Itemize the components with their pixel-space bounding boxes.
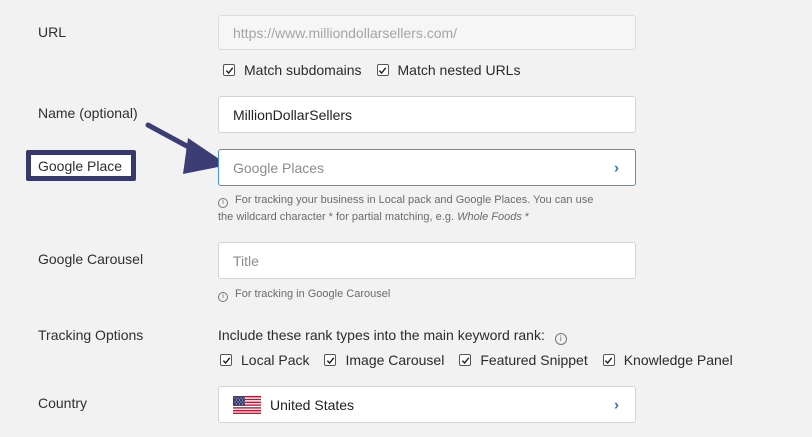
match-subdomains-checkbox[interactable]: [223, 64, 235, 76]
url-label: URL: [38, 24, 67, 40]
match-nested-urls-option[interactable]: Match nested URLs: [376, 62, 521, 78]
chevron-right-icon[interactable]: ›: [614, 159, 619, 176]
match-subdomains-label: Match subdomains: [244, 62, 362, 78]
url-input[interactable]: https://www.milliondollarsellers.com/: [218, 15, 636, 50]
checkmark-icon: [225, 66, 233, 74]
name-label: Name (optional): [38, 105, 138, 121]
country-label: Country: [38, 395, 88, 411]
url-options: Match subdomains Match nested URLs: [223, 62, 535, 78]
google-place-hint-example: Whole Foods: [457, 211, 522, 223]
google-place-hint-line1: For tracking your business in Local pack…: [235, 194, 594, 206]
info-icon: i: [218, 197, 228, 208]
google-carousel-placeholder: Title: [233, 252, 259, 269]
name-input[interactable]: MillionDollarSellers: [218, 96, 636, 133]
google-place-hint-suffix: *: [521, 211, 530, 223]
tracking-options-description: Include these rank types into the main k…: [218, 327, 574, 345]
match-nested-urls-checkbox[interactable]: [376, 64, 389, 76]
image-carousel-checkbox[interactable]: [324, 354, 337, 366]
google-carousel-input[interactable]: Title: [218, 242, 636, 279]
local-pack-label: Local Pack: [241, 352, 310, 368]
match-subdomains-option[interactable]: Match subdomains: [223, 62, 362, 78]
local-pack-checkbox[interactable]: [220, 354, 232, 366]
image-carousel-option[interactable]: Image Carousel: [324, 352, 444, 368]
match-nested-urls-label: Match nested URLs: [397, 62, 521, 78]
info-icon[interactable]: i: [554, 332, 567, 345]
google-places-placeholder: Google Places: [233, 159, 325, 176]
featured-snippet-label: Featured Snippet: [480, 352, 588, 368]
local-pack-option[interactable]: Local Pack: [220, 352, 309, 368]
image-carousel-label: Image Carousel: [345, 352, 445, 368]
checkmark-icon: [222, 356, 230, 364]
google-place-hint-line2: the wildcard character * for partial mat…: [218, 211, 458, 223]
featured-snippet-option[interactable]: Featured Snippet: [459, 352, 588, 368]
chevron-right-icon[interactable]: ›: [614, 396, 619, 413]
tracking-options-list: Local Pack Image Carousel Featured Snipp…: [220, 352, 748, 368]
google-place-hint: i For tracking your business in Local pac…: [218, 192, 593, 226]
checkmark-icon: [605, 356, 613, 364]
name-value: MillionDollarSellers: [233, 106, 353, 123]
info-icon: i: [218, 291, 228, 302]
knowledge-panel-option[interactable]: Knowledge Panel: [602, 352, 733, 368]
checkmark-icon: [378, 66, 387, 74]
google-carousel-label: Google Carousel: [38, 251, 144, 267]
checkmark-icon: [326, 356, 335, 364]
knowledge-panel-checkbox[interactable]: [602, 354, 615, 366]
country-value: United States: [270, 396, 355, 413]
checkmark-icon: [461, 356, 470, 364]
google-carousel-hint-text: For tracking in Google Carousel: [235, 288, 391, 300]
featured-snippet-checkbox[interactable]: [459, 354, 472, 366]
knowledge-panel-label: Knowledge Panel: [623, 352, 733, 368]
google-places-input[interactable]: Google Places ›: [218, 149, 636, 186]
us-flag-icon: [233, 395, 261, 414]
google-place-label: Google Place: [38, 158, 123, 174]
google-carousel-hint: i For tracking in Google Carousel: [218, 286, 390, 303]
tracking-options-label: Tracking Options: [38, 327, 144, 343]
country-select[interactable]: United States ›: [218, 386, 636, 423]
tracking-options-description-text: Include these rank types into the main k…: [218, 327, 545, 343]
url-placeholder: https://www.milliondollarsellers.com/: [233, 24, 458, 41]
